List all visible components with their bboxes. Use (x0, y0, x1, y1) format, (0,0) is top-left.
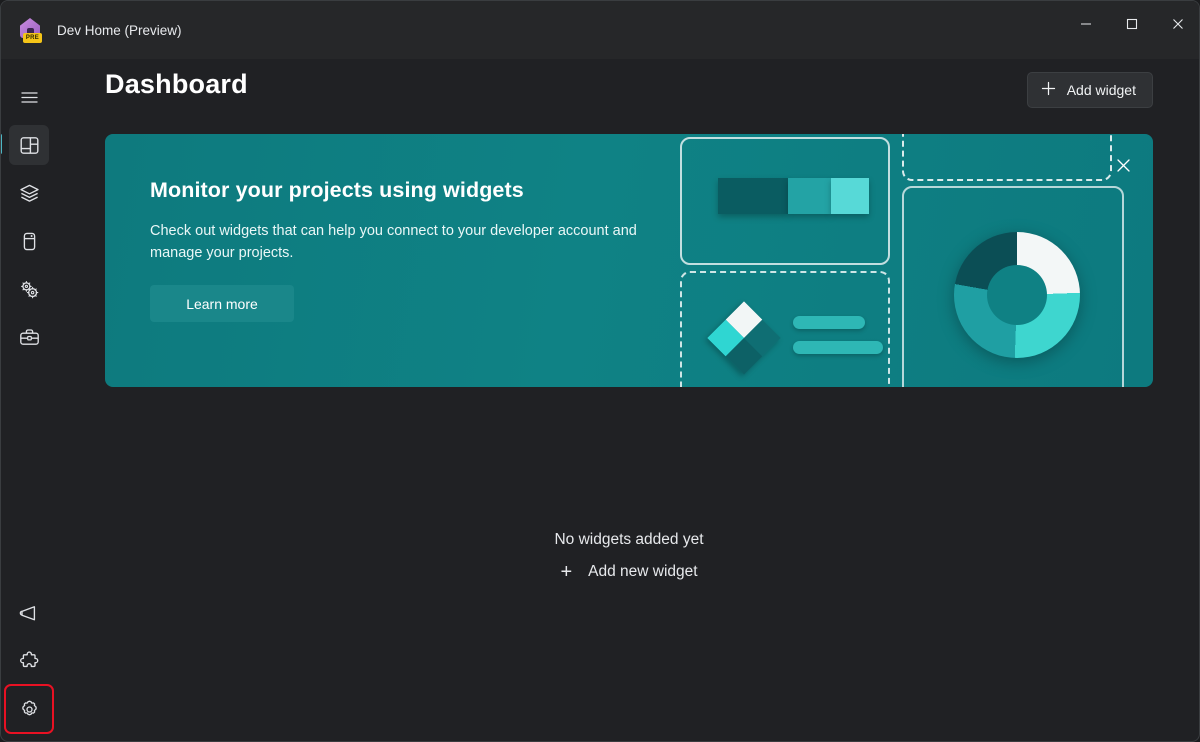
illustration-blocks (718, 178, 869, 214)
sidebar-item-machine-configuration[interactable] (9, 173, 49, 213)
window-controls (1063, 1, 1199, 47)
illustration-bar-long (793, 341, 883, 354)
page-title: Dashboard (105, 69, 248, 99)
sidebar-item-environments[interactable] (9, 221, 49, 261)
sidebar-item-utilities[interactable] (9, 269, 49, 309)
banner-illustration (680, 134, 1153, 387)
add-new-widget-link[interactable]: + Add new widget (560, 562, 697, 582)
empty-state: No widgets added yet + Add new widget (57, 531, 1199, 583)
app-logo-icon: PRE (17, 17, 43, 43)
illustration-block-dark (718, 178, 788, 214)
banner-close-icon[interactable] (1108, 150, 1138, 180)
sidebar-item-settings[interactable] (4, 684, 54, 734)
maximize-button[interactable] (1109, 1, 1155, 47)
add-new-widget-label: Add new widget (588, 563, 698, 580)
plus-icon: + (560, 561, 573, 583)
sidebar-item-dev-insights[interactable] (9, 317, 49, 357)
sidebar-item-feedback[interactable] (9, 593, 49, 633)
title-bar: PRE Dev Home (Preview) (1, 1, 1199, 59)
add-widget-label: Add widget (1066, 82, 1136, 98)
banner-text-block: Monitor your projects using widgets Chec… (150, 178, 710, 264)
close-button[interactable] (1155, 1, 1199, 47)
add-widget-button[interactable]: Add widget (1026, 72, 1153, 108)
app-title: Dev Home (Preview) (57, 22, 182, 38)
illustration-dashed-card-bottom (680, 271, 890, 387)
hamburger-menu-icon[interactable] (9, 77, 49, 117)
empty-state-title: No widgets added yet (554, 531, 704, 548)
banner-description: Check out widgets that can help you conn… (150, 223, 637, 261)
minimize-button[interactable] (1063, 1, 1109, 47)
sidebar-item-dashboard[interactable] (1, 125, 49, 165)
illustration-block-light (831, 178, 869, 214)
widgets-promo-banner: Monitor your projects using widgets Chec… (105, 134, 1153, 387)
preview-badge: PRE (23, 33, 42, 43)
sidebar-bottom-group (4, 585, 54, 741)
banner-title: Monitor your projects using widgets (150, 178, 524, 202)
plus-icon (1040, 80, 1057, 100)
dev-home-window: PRE Dev Home (Preview) Dashboard Add wid… (0, 0, 1200, 742)
sidebar-navigation (1, 59, 57, 741)
main-content: Dashboard Add widget Monitor your projec… (57, 59, 1199, 741)
sidebar-top-group (1, 59, 49, 357)
illustration-block-medium (788, 178, 831, 214)
illustration-bar-short (793, 316, 865, 329)
illustration-dashed-card-top (902, 134, 1112, 181)
illustration-donut-chart (954, 232, 1080, 358)
learn-more-button[interactable]: Learn more (150, 285, 294, 322)
sidebar-item-extensions[interactable] (9, 641, 49, 681)
